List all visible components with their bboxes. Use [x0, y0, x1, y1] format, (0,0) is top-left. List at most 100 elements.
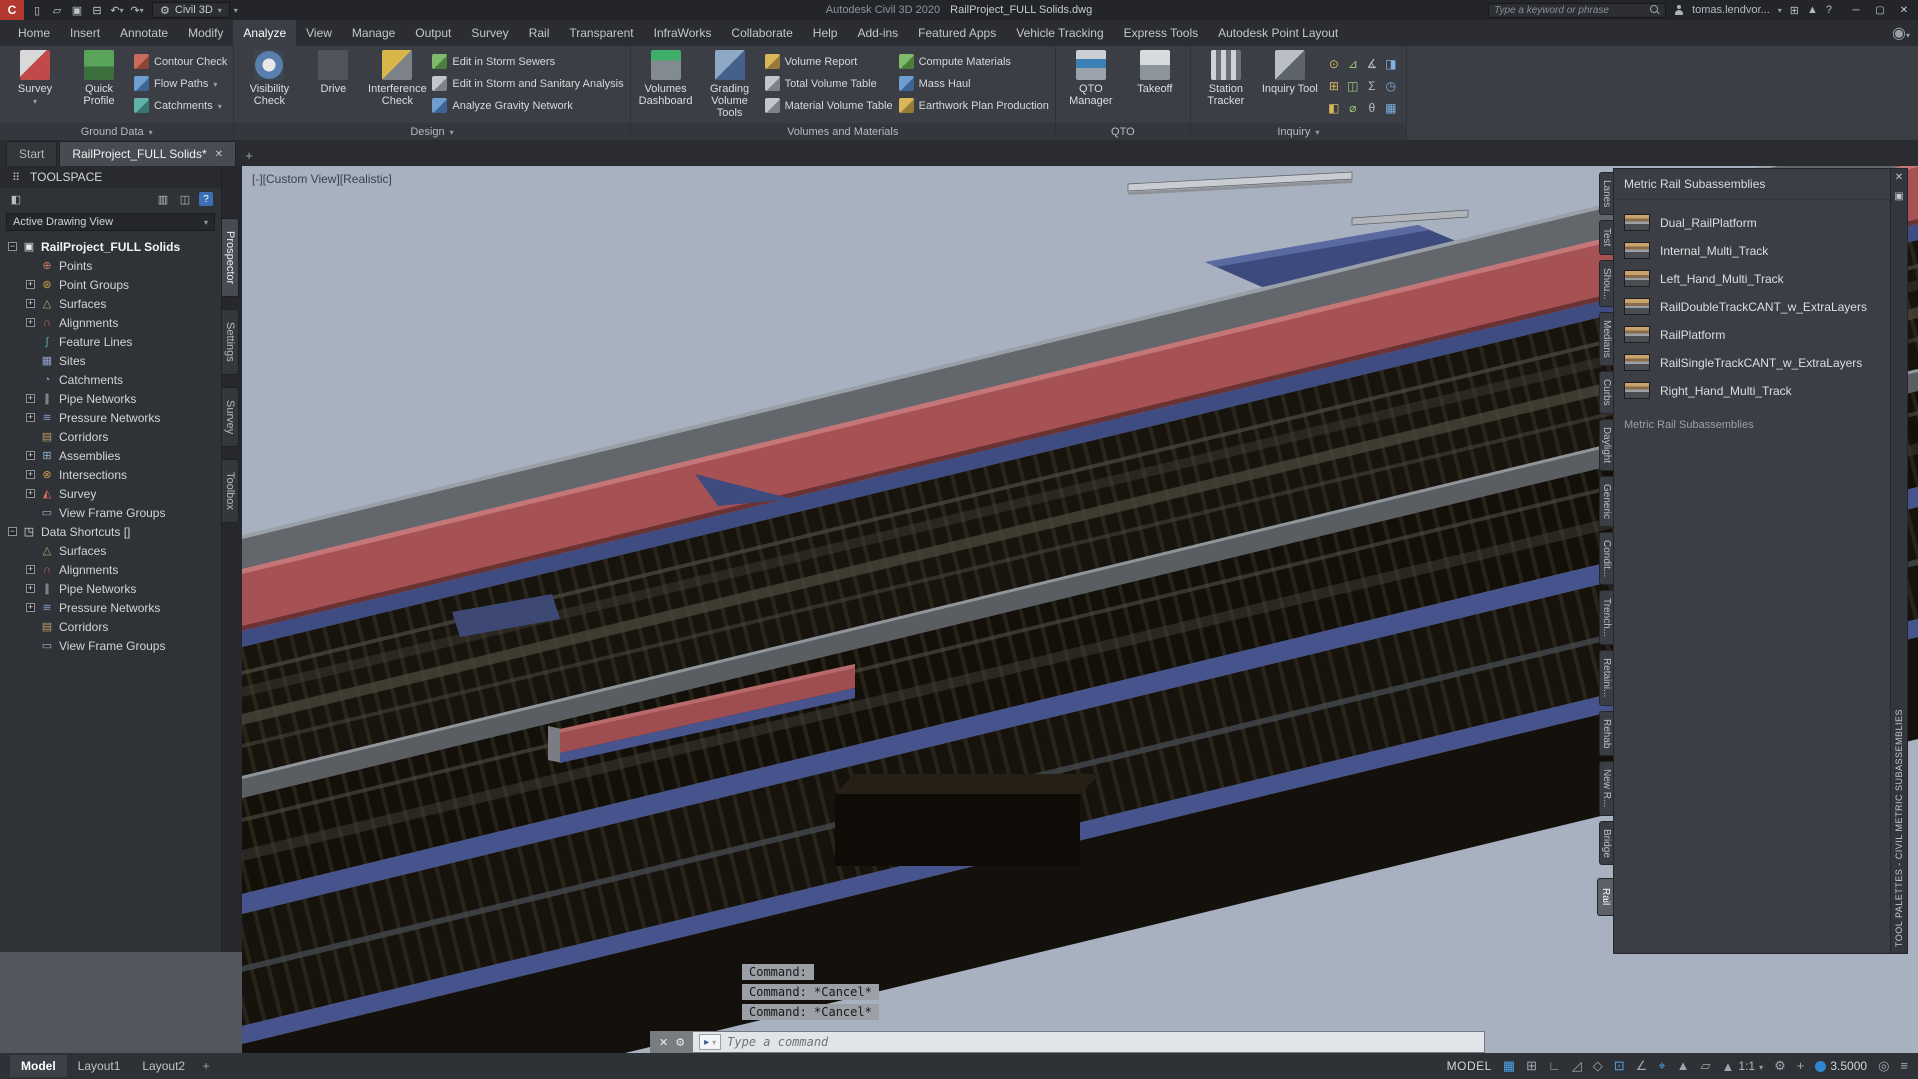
palette-tab-bridge[interactable]: Bridge: [1599, 821, 1613, 866]
qto-manager-button[interactable]: QTO Manager: [1062, 49, 1120, 107]
autohide-pin-icon[interactable]: ▣: [1894, 191, 1903, 202]
inquiry-grid-icon[interactable]: ∡: [1363, 53, 1381, 74]
tab-survey[interactable]: Survey: [461, 20, 518, 46]
inquiry-grid-icon[interactable]: ⊙: [1325, 53, 1343, 74]
inquiry-grid-icon[interactable]: Σ: [1363, 75, 1381, 96]
toolspace-help-icon[interactable]: ?: [199, 192, 213, 206]
palette-item[interactable]: Internal_Multi_Track: [1616, 238, 1888, 263]
inquiry-grid-icon[interactable]: ▦: [1382, 97, 1400, 118]
volume-report-button[interactable]: Volume Report: [765, 52, 893, 71]
status-value-control[interactable]: 3.5000: [1815, 1059, 1867, 1073]
item-view-icon[interactable]: ▥: [155, 192, 171, 206]
node-intersections[interactable]: Intersections: [0, 465, 221, 484]
redo-icon[interactable]: ↷: [128, 1, 146, 19]
account-chevron-icon[interactable]: [1778, 4, 1782, 16]
tab-featured-apps[interactable]: Featured Apps: [908, 20, 1006, 46]
close-tab-icon[interactable]: ✕: [215, 149, 223, 160]
node-ds-pressure-networks[interactable]: Pressure Networks: [0, 598, 221, 617]
file-tab-start[interactable]: Start: [6, 141, 57, 166]
ortho-icon[interactable]: ∟: [1548, 1058, 1561, 1074]
tab-view[interactable]: View: [296, 20, 342, 46]
workspace-gear-icon[interactable]: ⚙: [1774, 1058, 1786, 1074]
annotation-scale-control[interactable]: ▲ 1:1: [1722, 1059, 1764, 1074]
minimize-button[interactable]: ─: [1844, 0, 1868, 20]
save-icon[interactable]: ▣: [68, 1, 86, 19]
panel-label-volumes[interactable]: Volumes and Materials: [631, 123, 1055, 140]
edit-in-storm-sewers-button[interactable]: Edit in Storm Sewers: [432, 52, 623, 71]
panel-label-inquiry[interactable]: Inquiry: [1191, 123, 1406, 140]
node-view-frame-groups[interactable]: View Frame Groups: [0, 503, 221, 522]
palette-item[interactable]: Dual_RailPlatform: [1616, 210, 1888, 235]
alerts-icon[interactable]: ▲: [1807, 4, 1818, 16]
command-line-bar[interactable]: ✕ ⚙ ▸ Type a command: [650, 1031, 1485, 1053]
polar-tracking-icon[interactable]: ◿: [1572, 1058, 1582, 1074]
inquiry-grid-icon[interactable]: ◷: [1382, 75, 1400, 96]
open-drawing-icon[interactable]: ◧: [8, 192, 24, 206]
toolspace-tab-prospector[interactable]: Prospector: [222, 218, 239, 297]
panorama-icon[interactable]: ◫: [177, 192, 193, 206]
palette-item[interactable]: RailSingleTrackCANT_w_ExtraLayers: [1616, 350, 1888, 375]
palette-tab-medians[interactable]: Medians: [1599, 312, 1613, 366]
palette-close-icon[interactable]: ✕: [1895, 172, 1903, 183]
help-icon[interactable]: ?: [1826, 4, 1832, 16]
workspace-switcher[interactable]: ⚙ Civil 3D: [152, 2, 230, 18]
node-data-shortcuts[interactable]: Data Shortcuts []: [0, 522, 221, 541]
node-catchments[interactable]: Catchments: [0, 370, 221, 389]
node-survey[interactable]: Survey: [0, 484, 221, 503]
survey-button[interactable]: Survey: [6, 49, 64, 108]
analyze-gravity-network-button[interactable]: Analyze Gravity Network: [432, 96, 623, 115]
app-store-cart-icon[interactable]: ⊞: [1790, 4, 1799, 17]
tree-expand-toggle[interactable]: [26, 394, 35, 403]
inquiry-grid-icon[interactable]: ◫: [1344, 75, 1362, 96]
tab-modify[interactable]: Modify: [178, 20, 233, 46]
new-layout-button[interactable]: +: [196, 1059, 216, 1073]
tab-add-ins[interactable]: Add-ins: [847, 20, 908, 46]
palette-item[interactable]: Left_Hand_Multi_Track: [1616, 266, 1888, 291]
tab-home[interactable]: Home: [8, 20, 60, 46]
tree-expand-toggle[interactable]: [26, 280, 35, 289]
command-prompt-icon[interactable]: ▸: [699, 1034, 721, 1050]
layout2-tab[interactable]: Layout2: [131, 1055, 196, 1077]
node-assemblies[interactable]: Assemblies: [0, 446, 221, 465]
toolspace-tab-survey[interactable]: Survey: [222, 387, 239, 447]
username-label[interactable]: tomas.lendvor...: [1692, 4, 1770, 16]
command-close-icon[interactable]: ✕: [659, 1036, 668, 1049]
tab-annotate[interactable]: Annotate: [110, 20, 178, 46]
panel-label-design[interactable]: Design: [234, 123, 629, 140]
object-snap-tracking-icon[interactable]: ∠: [1636, 1058, 1648, 1074]
plot-icon[interactable]: ⊟: [88, 1, 106, 19]
inquiry-grid-icon[interactable]: ⊿: [1344, 53, 1362, 74]
node-point-groups[interactable]: Point Groups: [0, 275, 221, 294]
palette-item[interactable]: Right_Hand_Multi_Track: [1616, 378, 1888, 403]
node-ds-surfaces[interactable]: Surfaces: [0, 541, 221, 560]
open-icon[interactable]: ▱: [48, 1, 66, 19]
node-feature-lines[interactable]: Feature Lines: [0, 332, 221, 351]
undo-icon[interactable]: ↶: [108, 1, 126, 19]
node-railproject-full-solids[interactable]: RailProject_FULL Solids: [0, 237, 221, 256]
tree-expand-toggle[interactable]: [26, 565, 35, 574]
command-input[interactable]: Type a command: [727, 1035, 828, 1049]
tab-collaborate[interactable]: Collaborate: [721, 20, 802, 46]
tree-expand-toggle[interactable]: [26, 318, 35, 327]
flow-paths-button[interactable]: Flow Paths: [134, 74, 227, 93]
restore-button[interactable]: ▢: [1868, 0, 1892, 20]
node-sites[interactable]: Sites: [0, 351, 221, 370]
tree-expand-toggle[interactable]: [26, 299, 35, 308]
new-drawing-tab-button[interactable]: +: [238, 144, 260, 166]
tab-vehicle-tracking[interactable]: Vehicle Tracking: [1006, 20, 1113, 46]
mass-haul-button[interactable]: Mass Haul: [899, 74, 1049, 93]
earthwork-plan-production-button[interactable]: Earthwork Plan Production: [899, 96, 1049, 115]
node-ds-pipe-networks[interactable]: Pipe Networks: [0, 579, 221, 598]
node-corridors[interactable]: Corridors: [0, 427, 221, 446]
tree-expand-toggle[interactable]: [26, 413, 35, 422]
visibility-check-button[interactable]: Visibility Check: [240, 49, 298, 107]
tree-expand-toggle[interactable]: [8, 242, 17, 251]
palette-tab-rail[interactable]: Rail: [1597, 878, 1613, 915]
palette-tab-conditional[interactable]: Condit...: [1599, 532, 1613, 585]
palette-tab-trenching[interactable]: Trench...: [1599, 590, 1613, 645]
node-ds-alignments[interactable]: Alignments: [0, 560, 221, 579]
compute-materials-button[interactable]: Compute Materials: [899, 52, 1049, 71]
tab-express-tools[interactable]: Express Tools: [1114, 20, 1208, 46]
tab-transparent[interactable]: Transparent: [559, 20, 643, 46]
tree-expand-toggle[interactable]: [26, 584, 35, 593]
